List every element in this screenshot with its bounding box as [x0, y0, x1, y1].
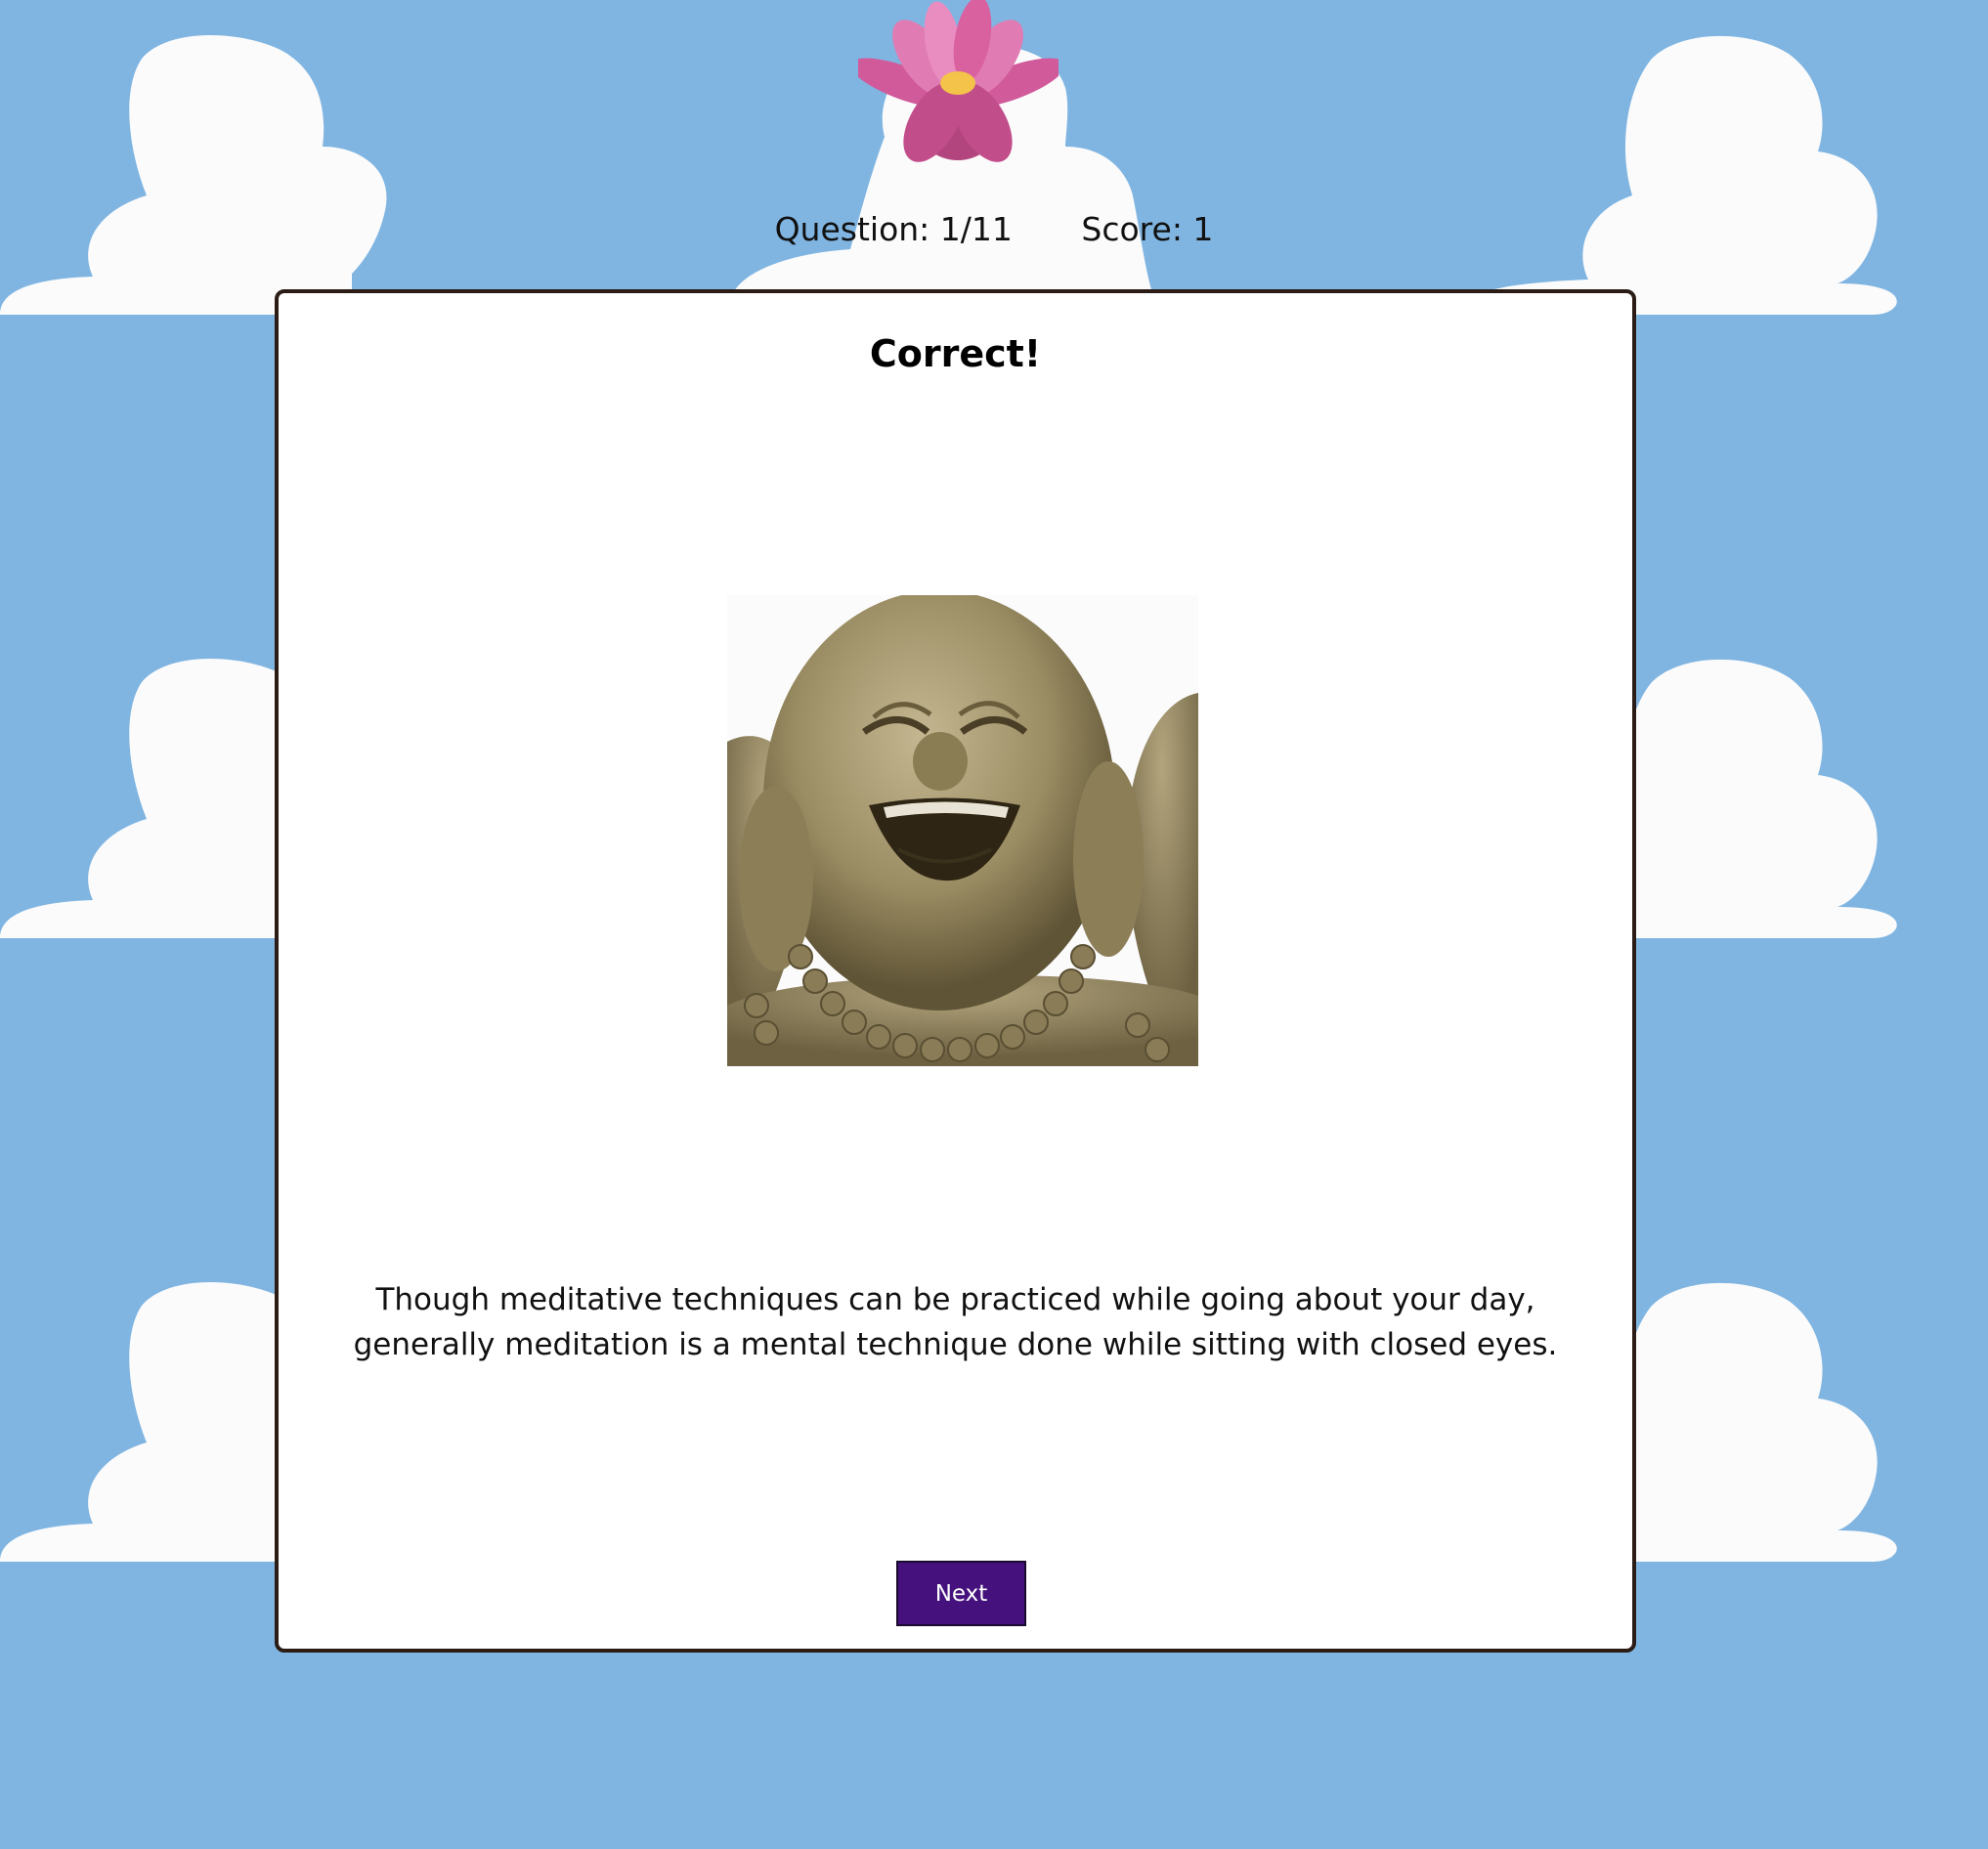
laughing-buddha-image: [727, 595, 1198, 1066]
result-card: Correct! Though meditative techniques ca…: [275, 289, 1636, 1653]
lotus-flower-icon: [858, 0, 1059, 162]
score-counter: Score: 1: [1081, 210, 1214, 248]
result-title: Correct!: [869, 332, 1042, 375]
next-button[interactable]: Next: [896, 1561, 1026, 1626]
quiz-status: Question: 1/11 Score: 1: [0, 210, 1988, 248]
answer-explanation: Though meditative techniques can be prac…: [353, 1282, 1558, 1362]
question-counter: Question: 1/11: [774, 210, 1013, 248]
